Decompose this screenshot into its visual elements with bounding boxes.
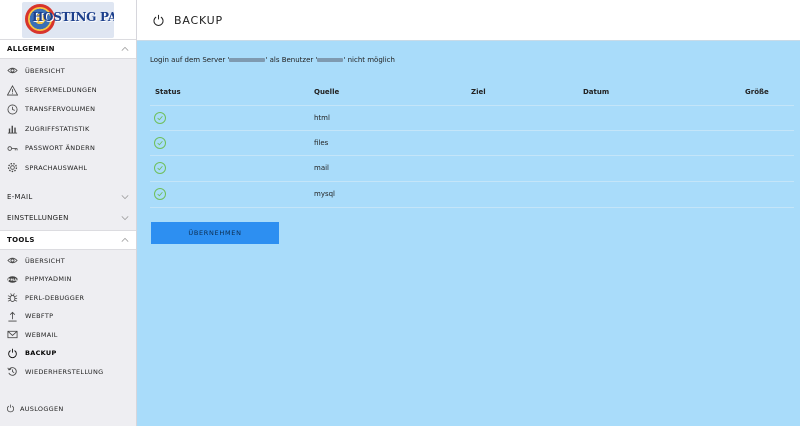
section-tools-title: TOOLS bbox=[7, 236, 35, 245]
clock-icon bbox=[6, 104, 18, 115]
upload-icon bbox=[6, 311, 18, 322]
page-title: BACKUP bbox=[174, 13, 223, 27]
gear-icon bbox=[6, 162, 18, 173]
sidebar-item-label: BACKUP bbox=[25, 349, 57, 358]
chevron-down-icon bbox=[121, 216, 129, 221]
section-email-title: E-MAIL bbox=[7, 193, 33, 202]
sidebar-item-label: SERVERMELDUNGEN bbox=[25, 86, 97, 95]
chevron-up-icon bbox=[121, 238, 129, 243]
logout-label: AUSLOGGEN bbox=[20, 404, 64, 413]
redacted-server-name bbox=[229, 58, 266, 62]
cell-quelle: mail bbox=[314, 164, 329, 173]
column-header-quelle: Quelle bbox=[314, 88, 340, 96]
bug-icon bbox=[6, 292, 18, 303]
allgemein-nav-list: ÜBERSICHT SERVERMELDUNGEN TRANSFERVOLUME… bbox=[0, 61, 136, 177]
notice-text-part2: ' als Benutzer ' bbox=[265, 56, 318, 64]
status-check-icon bbox=[154, 162, 166, 175]
warning-icon bbox=[6, 84, 18, 96]
sidebar-item-label: PHPMYADMIN bbox=[25, 275, 72, 284]
cell-quelle: mysql bbox=[314, 190, 335, 199]
status-check-icon bbox=[154, 136, 166, 149]
power-icon bbox=[153, 14, 164, 26]
logout-button[interactable]: AUSLOGGEN bbox=[6, 404, 64, 413]
chevron-down-icon bbox=[121, 195, 129, 200]
sidebar-item-label: ÜBERSICHT bbox=[25, 256, 65, 265]
section-allgemein-header[interactable]: ALLGEMEIN bbox=[0, 39, 136, 59]
redacted-user-name bbox=[317, 58, 344, 62]
column-header-status: Status bbox=[155, 88, 181, 96]
key-icon bbox=[6, 143, 18, 154]
sidebar-item-label: WEBMAIL bbox=[25, 330, 58, 339]
sidebar-item-label: ÜBERSICHT bbox=[25, 66, 65, 75]
power-icon bbox=[6, 348, 18, 359]
eye-icon bbox=[6, 255, 18, 266]
sidebar-item-servermeldungen[interactable]: SERVERMELDUNGEN bbox=[0, 80, 136, 99]
sidebar-item-backup[interactable]: BACKUP bbox=[0, 344, 136, 363]
table-header: Status Quelle Ziel Datum Größe bbox=[150, 85, 794, 101]
column-header-groesse: Größe bbox=[745, 88, 769, 96]
sidebar-item-label: WEBFTP bbox=[25, 312, 54, 321]
sidebar: HOSTING PANEL ALLGEMEIN ÜBERSICHT SERVER… bbox=[0, 0, 137, 426]
sidebar-item-wiederherstellung[interactable]: WIEDERHERSTELLUNG bbox=[0, 362, 136, 381]
svg-text:PMA: PMA bbox=[7, 278, 17, 282]
hosting-panel-logo[interactable]: HOSTING PANEL bbox=[22, 2, 114, 38]
sidebar-item-label: SPRACHAUSWAHL bbox=[25, 163, 88, 172]
sidebar-item-label: PERL-DEBUGGER bbox=[25, 293, 85, 302]
bar-chart-icon bbox=[6, 123, 18, 134]
section-allgemein-title: ALLGEMEIN bbox=[7, 45, 55, 53]
logo-text: HOSTING PANEL bbox=[32, 10, 114, 24]
sidebar-item-webftp[interactable]: WEBFTP bbox=[0, 307, 136, 326]
backup-table: Status Quelle Ziel Datum Größe html file… bbox=[150, 85, 794, 208]
section-email-header[interactable]: E-MAIL bbox=[0, 187, 136, 207]
sidebar-item-sprachauswahl[interactable]: SPRACHAUSWAHL bbox=[0, 158, 136, 177]
eye-icon bbox=[6, 65, 18, 76]
table-row: mysql bbox=[150, 182, 794, 208]
sidebar-item-label: ZUGRIFFSTATISTIK bbox=[25, 124, 90, 133]
sidebar-item-label: PASSWORT ÄNDERN bbox=[25, 144, 96, 153]
column-header-datum: Datum bbox=[583, 88, 610, 96]
pma-icon: PMA bbox=[6, 274, 18, 285]
sidebar-item-zugriffstatistik[interactable]: ZUGRIFFSTATISTIK bbox=[0, 119, 136, 138]
notice-text-part3: ' nicht möglich bbox=[343, 56, 395, 64]
main-content: Login auf dem Server ' ' als Benutzer ' ' … bbox=[137, 41, 800, 426]
sidebar-item-perl-debugger[interactable]: PERL-DEBUGGER bbox=[0, 288, 136, 307]
sidebar-item-uebersicht[interactable]: ÜBERSICHT bbox=[0, 61, 136, 80]
sidebar-item-tools-uebersicht[interactable]: ÜBERSICHT bbox=[0, 251, 136, 270]
tools-nav-list: ÜBERSICHT PMA PHPMYADMIN PERL-DEBUGGER W… bbox=[0, 251, 136, 381]
sidebar-item-label: WIEDERHERSTELLUNG bbox=[25, 367, 104, 376]
section-einstellungen-header[interactable]: EINSTELLUNGEN bbox=[0, 208, 136, 228]
sidebar-item-webmail[interactable]: WEBMAIL bbox=[0, 325, 136, 344]
status-check-icon bbox=[154, 188, 166, 201]
power-icon bbox=[7, 404, 14, 413]
restore-icon bbox=[6, 366, 18, 377]
page-header: BACKUP bbox=[137, 0, 800, 41]
cell-quelle: html bbox=[314, 114, 330, 122]
table-row: files bbox=[150, 131, 794, 157]
envelope-icon bbox=[6, 329, 18, 340]
section-tools-header[interactable]: TOOLS bbox=[0, 230, 136, 251]
sidebar-item-transfervolumen[interactable]: TRANSFERVOLUMEN bbox=[0, 100, 136, 119]
sidebar-item-label: TRANSFERVOLUMEN bbox=[25, 105, 96, 114]
status-check-icon bbox=[154, 112, 166, 124]
table-row: html bbox=[150, 105, 794, 131]
sidebar-item-phpmyadmin[interactable]: PMA PHPMYADMIN bbox=[0, 270, 136, 289]
chevron-up-icon bbox=[121, 46, 129, 51]
section-einstellungen-title: EINSTELLUNGEN bbox=[7, 214, 69, 223]
login-error-notice: Login auf dem Server ' ' als Benutzer ' ' … bbox=[150, 56, 395, 64]
apply-button[interactable]: ÜBERNEHMEN bbox=[151, 222, 279, 244]
table-row: mail bbox=[150, 156, 794, 183]
sidebar-item-passwort-aendern[interactable]: PASSWORT ÄNDERN bbox=[0, 139, 136, 158]
notice-text-part1: Login auf dem Server ' bbox=[150, 56, 230, 64]
cell-quelle: files bbox=[314, 138, 329, 147]
column-header-ziel: Ziel bbox=[471, 88, 486, 96]
logo-area: HOSTING PANEL bbox=[0, 0, 136, 39]
